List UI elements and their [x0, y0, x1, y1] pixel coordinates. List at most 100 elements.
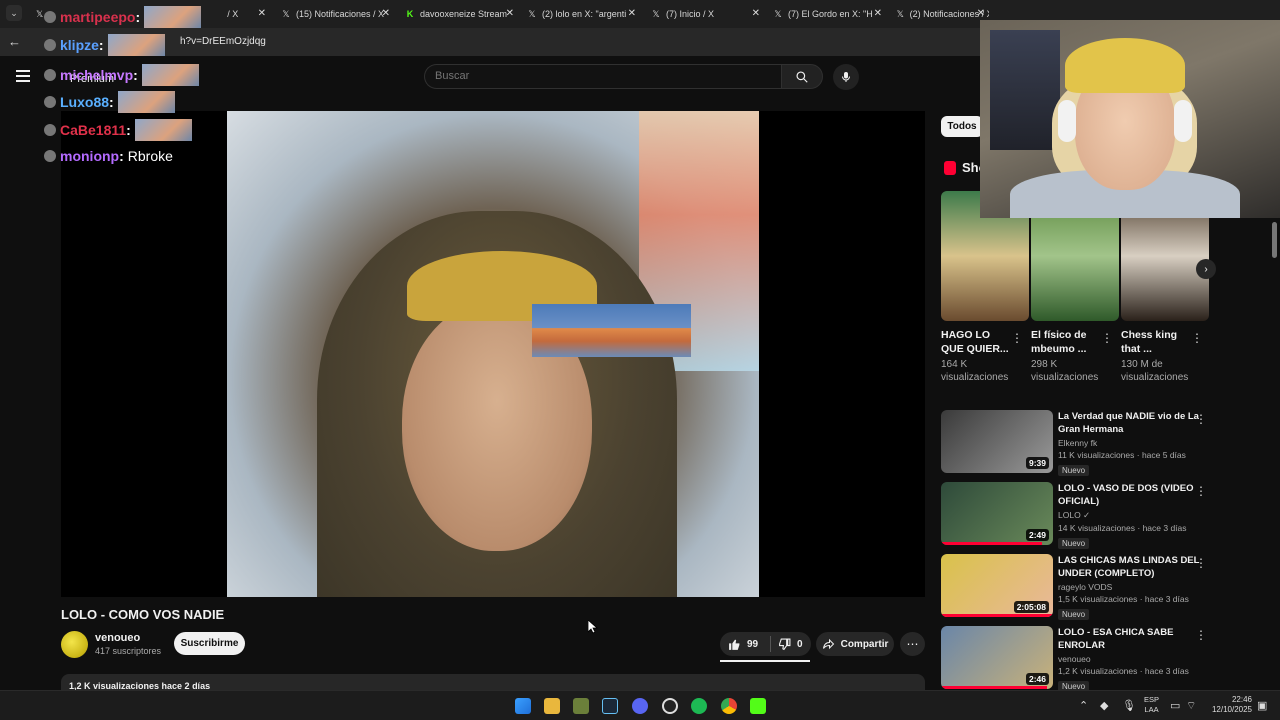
browser-tab[interactable]: 𝕏 (15) Notificaciones / X ✕ [274, 2, 394, 26]
like-button[interactable]: 99 [720, 632, 770, 656]
browser-tab[interactable]: 𝕏 (2) Notificaciones / X ✕ [889, 2, 989, 26]
url-field[interactable]: h?v=DrEEmOzjdqg [180, 36, 266, 47]
chevron-right-icon: › [1204, 263, 1208, 275]
video-thumbnail[interactable]: 2:05:08 [941, 554, 1053, 617]
search-input[interactable] [435, 70, 755, 82]
chat-text: Rbroke [127, 148, 173, 164]
new-badge: Nuevo [1058, 538, 1090, 549]
close-tab-icon[interactable]: ✕ [506, 8, 514, 19]
kick-icon[interactable] [750, 698, 766, 714]
chat-message: Luxo88: [44, 91, 175, 113]
short-title[interactable]: El físico de mbeumo ... [1031, 328, 1101, 356]
channel-avatar[interactable] [61, 631, 88, 658]
tray-mic-icon[interactable]: 🎙 [1122, 699, 1136, 712]
tray-chevron-up-icon[interactable]: ⌃ [1079, 699, 1088, 712]
app-icon[interactable] [573, 698, 589, 714]
subscribe-button[interactable]: Suscribirme [174, 632, 245, 655]
chat-message: klipze: [44, 34, 165, 56]
video-title-link[interactable]: LOLO - VASO DE DOS (VIDEO OFICIAL) [1058, 482, 1203, 508]
short-card[interactable]: El físico de mbeumo ... 298 K visualizaci… [1031, 191, 1119, 384]
close-tab-icon[interactable]: ✕ [258, 8, 266, 19]
chat-message: monionp: Rbroke [44, 148, 173, 164]
discord-icon[interactable] [632, 698, 648, 714]
search-box[interactable] [424, 64, 782, 89]
video-title-link[interactable]: La Verdad que NADIE vio de La Gran Herma… [1058, 410, 1203, 436]
menu-icon[interactable] [16, 70, 30, 85]
chat-separator: : [135, 9, 141, 25]
obs-icon[interactable] [662, 698, 678, 714]
video-meta: 11 K visualizaciones · hace 5 días [1058, 450, 1186, 460]
kebab-menu-icon[interactable]: ⋮ [1195, 628, 1207, 642]
browser-tab[interactable]: 𝕏 (2) lolo en X: "argenti ✕ [520, 2, 640, 26]
chat-badge-icon [44, 39, 56, 51]
kick-icon: K [406, 9, 414, 19]
short-title[interactable]: Chess king that ... [1121, 328, 1191, 356]
recommended-video[interactable]: 9:39 La Verdad que NADIE vio de La Gran H… [941, 410, 1213, 476]
x-icon: 𝕏 [652, 8, 660, 19]
windows-start-icon[interactable] [515, 698, 531, 714]
more-actions-button[interactable]: ⋯ [900, 632, 925, 656]
chat-username: michelmvp [60, 67, 134, 83]
share-button[interactable]: Compartir [816, 632, 894, 656]
browser-tab[interactable]: 𝕏 (7) El Gordo en X: "H ✕ [766, 2, 886, 26]
close-tab-icon[interactable]: ✕ [752, 8, 760, 19]
shorts-next-button[interactable]: › [1196, 259, 1216, 279]
chip-all[interactable]: Todos [941, 116, 983, 137]
description-box[interactable]: 1,2 K visualizaciones hace 2 días [61, 674, 925, 690]
page-scrollbar[interactable] [1270, 218, 1278, 684]
kebab-menu-icon[interactable]: ⋮ [1101, 331, 1113, 345]
tray-network-icon[interactable]: ▭ [1170, 699, 1180, 712]
dislike-button[interactable]: 0 [771, 638, 803, 651]
kebab-menu-icon[interactable]: ⋮ [1195, 484, 1207, 498]
channel-name[interactable]: venoueo [95, 632, 140, 644]
browser-tab[interactable]: Kdavooxeneize Stream ✕ [398, 2, 518, 26]
kebab-menu-icon[interactable]: ⋮ [1195, 412, 1207, 426]
close-tab-icon[interactable]: ✕ [977, 8, 985, 19]
kebab-menu-icon[interactable]: ⋮ [1195, 556, 1207, 570]
close-tab-icon[interactable]: ✕ [382, 8, 390, 19]
recommended-video[interactable]: 2:49 LOLO - VASO DE DOS (VIDEO OFICIAL) LO… [941, 482, 1213, 549]
recommended-video[interactable]: 2:46 LOLO - ESA CHICA SABE ENROLAR venoueo… [941, 626, 1213, 692]
notification-icon[interactable]: ▣ [1257, 699, 1267, 712]
close-tab-icon[interactable]: ✕ [628, 8, 636, 19]
like-underline [720, 660, 810, 662]
spotify-icon[interactable] [691, 698, 707, 714]
video-meta: 14 K visualizaciones · hace 3 días [1058, 523, 1187, 533]
tray-shield-icon[interactable]: ◆ [1100, 699, 1108, 712]
windows-taskbar: ⌃ ◆ 🎙 ESP LAA ▭ ⌔ 22:46 12/10/2025 ▣ [0, 690, 1280, 720]
tab-title: (2) lolo en X: "argenti [542, 9, 627, 19]
tab-search-icon[interactable]: ⌄ [6, 5, 22, 21]
chat-emote-image [532, 304, 691, 357]
video-thumbnail[interactable]: 2:46 [941, 626, 1053, 689]
language-indicator[interactable]: ESP LAA [1144, 695, 1159, 715]
file-explorer-icon[interactable] [544, 698, 560, 714]
short-title[interactable]: HAGO LO QUE QUIER... [941, 328, 1011, 356]
kebab-menu-icon[interactable]: ⋮ [1011, 331, 1023, 345]
voice-search-button[interactable] [833, 64, 859, 90]
close-tab-icon[interactable]: ✕ [874, 8, 882, 19]
tab-title: (15) Notificaciones / X [296, 9, 385, 19]
microphone-icon [842, 72, 850, 82]
recommended-video[interactable]: 2:05:08 LAS CHICAS MAS LINDAS DEL UNDER (… [941, 554, 1213, 620]
back-arrow-icon[interactable]: ← [8, 34, 21, 49]
chrome-icon[interactable] [721, 698, 737, 714]
video-duration: 2:05:08 [1013, 601, 1049, 613]
steam-icon[interactable] [602, 698, 618, 714]
system-clock[interactable]: 22:46 12/10/2025 [1206, 695, 1252, 715]
video-thumbnail[interactable]: 2:49 [941, 482, 1053, 545]
language-top: ESP [1144, 695, 1160, 704]
video-thumbnail[interactable]: 9:39 [941, 410, 1053, 473]
video-title-link[interactable]: LAS CHICAS MAS LINDAS DEL UNDER (COMPLET… [1058, 554, 1203, 580]
short-card[interactable]: HAGO LO QUE QUIER... 164 K visualizacione… [941, 191, 1029, 384]
short-card[interactable]: Chess king that ... 130 M de visualizacio… [1121, 191, 1209, 384]
scrollbar-thumb[interactable] [1272, 222, 1277, 258]
browser-tab[interactable]: 𝕏 (7) Inicio / X ✕ [644, 2, 764, 26]
video-duration: 9:39 [1025, 457, 1049, 469]
search-button[interactable] [781, 64, 823, 89]
tray-wifi-icon[interactable]: ⌔ [1186, 699, 1196, 713]
video-title-link[interactable]: LOLO - ESA CHICA SABE ENROLAR [1058, 626, 1203, 652]
dislike-count: 0 [797, 638, 803, 650]
thumbs-down-icon [779, 638, 791, 650]
kebab-menu-icon[interactable]: ⋮ [1191, 331, 1203, 345]
language-bottom: LAA [1144, 705, 1159, 714]
